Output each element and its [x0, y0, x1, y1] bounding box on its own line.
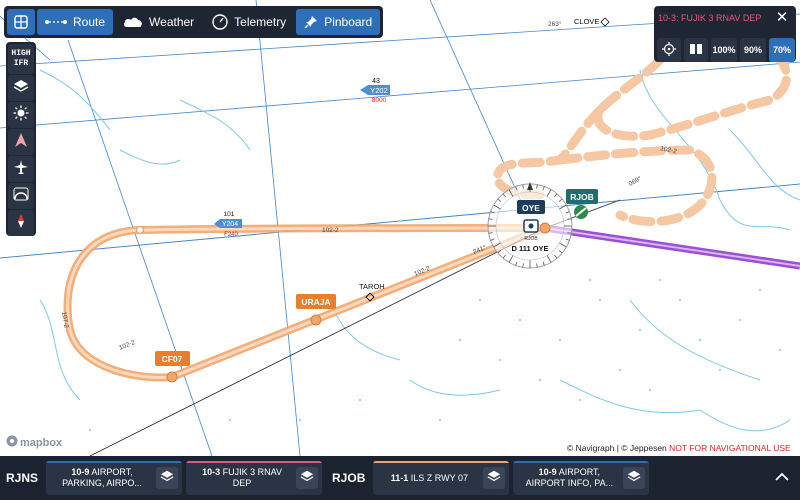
- airport-rjob-tab-label[interactable]: RJOB: [326, 471, 373, 485]
- vor-rjob-small-label: RJOB: [524, 236, 538, 242]
- chart-tab-rjob-11-1[interactable]: 11-1 ILS Z RWY 07: [373, 461, 510, 495]
- map-sidebar: HIGH IFR: [6, 42, 36, 236]
- chart-tab-rjns-10-9[interactable]: 10-9 AIRPORT, PARKING, AIRPO...: [46, 461, 183, 495]
- waypoint-cf07-label: CF07: [162, 354, 183, 364]
- pinboard-chart-code: 10-3:: [658, 13, 679, 23]
- airway-y202-label: Y202: [370, 86, 388, 95]
- tab-accent: [373, 461, 510, 463]
- runway-threshold: [539, 222, 551, 234]
- high-ifr-line2: IFR: [13, 59, 29, 68]
- airway-y204-label: Y204: [222, 221, 238, 228]
- airport-rjns-label[interactable]: RJNS: [0, 471, 46, 485]
- sun-icon: [13, 105, 29, 126]
- layers-icon: [300, 469, 314, 488]
- chart-grid-button[interactable]: [7, 9, 35, 35]
- chart-tab-title: 10-3 FUJIK 3 RNAV DEP: [202, 467, 282, 488]
- compass-needle-icon: [16, 213, 26, 234]
- north-up-button[interactable]: [8, 129, 34, 155]
- cloud-icon: [123, 16, 143, 28]
- airway-y204-fl: F240: [224, 232, 238, 238]
- weather-button[interactable]: Weather: [115, 9, 202, 35]
- center-crosshair-button[interactable]: [657, 38, 681, 62]
- airway-y202-top: 43: [372, 78, 380, 85]
- grid-icon: [14, 15, 28, 29]
- day-night-button[interactable]: [8, 102, 34, 128]
- tab-stack-button[interactable]: [156, 467, 179, 489]
- top-toolbar: Route Weather Telemetry Pinboard: [4, 6, 384, 38]
- copyright-text: © Navigraph | © Jeppesen: [567, 443, 667, 453]
- mapbox-wordmark: mapbox: [20, 436, 63, 449]
- tab-accent: [186, 461, 323, 463]
- vor-oye-label: OYE: [522, 203, 540, 213]
- compass-button[interactable]: [8, 210, 34, 236]
- layers-icon: [627, 469, 641, 488]
- chart-tab-title: 11-1 ILS Z RWY 07: [390, 472, 468, 483]
- weather-label: Weather: [149, 15, 195, 29]
- chart-tab-title: 10-9 AIRPORT, AIRPORT INFO, PA...: [525, 467, 614, 488]
- pinboard-chart-title[interactable]: 10-3: FUJIK 3 RNAV DEP: [658, 13, 761, 23]
- tab-accent: [513, 461, 650, 463]
- route-label: Route: [73, 15, 106, 29]
- airplanes-icon: [12, 159, 30, 180]
- tab-accent: [46, 461, 183, 463]
- zoom-90-button[interactable]: 90%: [740, 38, 766, 62]
- high-ifr-button[interactable]: HIGH IFR: [8, 44, 34, 74]
- curve-arrow-icon: [13, 187, 29, 206]
- mapbox-logo: mapbox: [6, 435, 62, 450]
- airway-y202-alt: 8000: [372, 97, 387, 104]
- layers-icon: [487, 469, 501, 488]
- zoom-70-button[interactable]: 70%: [769, 38, 795, 62]
- telemetry-label: Telemetry: [234, 15, 287, 29]
- chevron-up-icon: [775, 469, 789, 487]
- route-turn-point: [135, 225, 145, 235]
- telemetry-button[interactable]: Telemetry: [204, 9, 294, 35]
- route-curve-button[interactable]: [8, 183, 34, 209]
- zoom-100-button[interactable]: 100%: [711, 38, 737, 62]
- course-263: 263°: [548, 20, 562, 28]
- crosshair-icon: [662, 42, 676, 58]
- layers-button[interactable]: [8, 75, 34, 101]
- high-ifr-line1: HIGH: [11, 49, 31, 58]
- pinboard-panel: 10-3: FUJIK 3 RNAV DEP ✕ 100% 90% 70%: [654, 6, 796, 62]
- expand-tabs-button[interactable]: [768, 460, 796, 496]
- gauge-icon: [212, 14, 228, 30]
- traffic-button[interactable]: [8, 156, 34, 182]
- chart-tab-rjns-10-3[interactable]: 10-3 FUJIK 3 RNAV DEP: [186, 461, 323, 495]
- chart-tab-rjob-10-9[interactable]: 10-9 AIRPORT, AIRPORT INFO, PA...: [513, 461, 650, 495]
- pin-icon: [304, 15, 318, 29]
- vor-info-label: D 111 OYE: [511, 244, 548, 253]
- waypoint-uraja-label: URAJA: [301, 297, 330, 307]
- waypoint-taroh-label: TAROH: [359, 282, 385, 291]
- airway-y204-top: 101: [224, 211, 235, 218]
- close-icon: ✕: [775, 9, 789, 26]
- course-102a: 102-2: [322, 227, 339, 234]
- tab-stack-button[interactable]: [296, 467, 319, 489]
- route-button[interactable]: Route: [37, 9, 114, 35]
- pinboard-label: Pinboard: [324, 15, 373, 29]
- mapbox-icon: [6, 435, 18, 450]
- airport-rjob-label: RJOB: [570, 192, 594, 202]
- pinboard-button[interactable]: Pinboard: [296, 9, 381, 35]
- layers-icon: [13, 78, 29, 99]
- chart-tab-title: 10-9 AIRPORT, PARKING, AIRPO...: [62, 467, 142, 488]
- chart-tab-bar: RJNS 10-9 AIRPORT, PARKING, AIRPO... 10-…: [0, 456, 800, 500]
- layers-icon: [160, 469, 174, 488]
- tab-stack-button[interactable]: [623, 467, 646, 489]
- map-canvas[interactable]: 43 Y202 8000 101 Y204 F240 263° 102-2 10…: [0, 0, 800, 500]
- tab-stack-button[interactable]: [483, 467, 506, 489]
- pinboard-chart-name: FUJIK 3 RNAV DEP: [681, 13, 762, 23]
- route-icon: [45, 18, 67, 26]
- waypoint-clove-label: CLOVE: [574, 17, 599, 26]
- pinboard-close-button[interactable]: ✕: [774, 10, 790, 26]
- navigation-warning: NOT FOR NAVIGATIONAL USE: [669, 443, 791, 453]
- navigation-arrow-icon: [14, 132, 28, 153]
- map-attribution[interactable]: © Navigraph | © Jeppesen NOT FOR NAVIGAT…: [567, 443, 791, 453]
- book-view-button[interactable]: [684, 38, 708, 62]
- book-icon: [689, 42, 703, 58]
